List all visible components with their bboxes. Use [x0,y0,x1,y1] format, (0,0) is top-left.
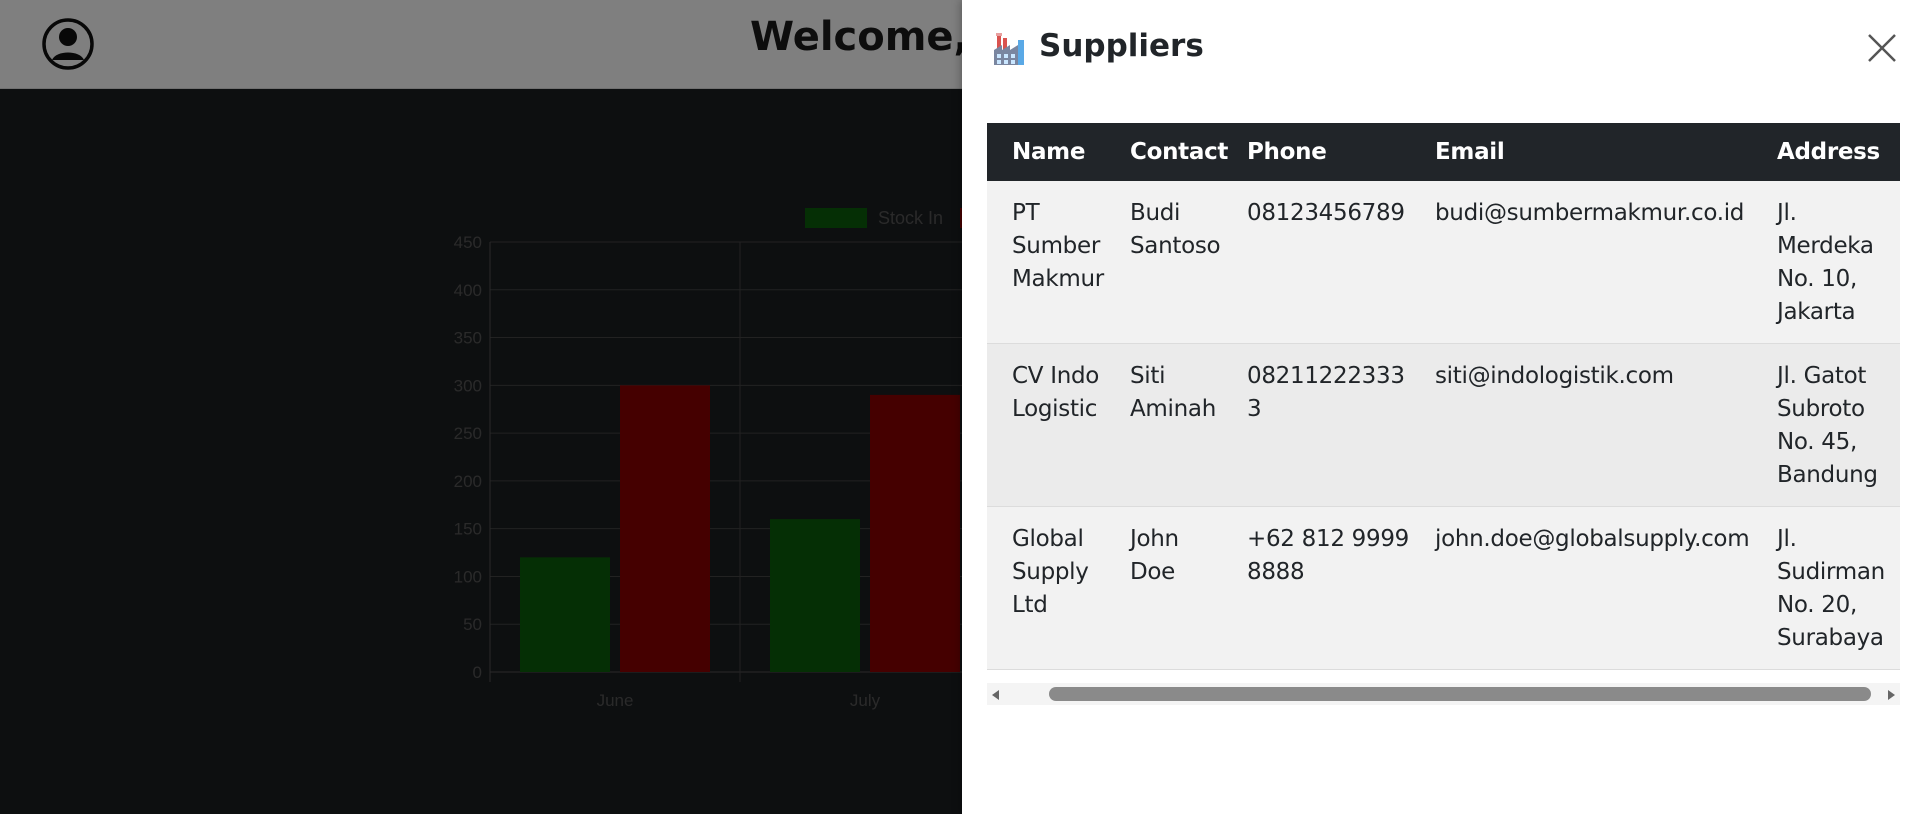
horizontal-scrollbar[interactable] [987,683,1900,705]
column-header-name: Name [987,123,1105,181]
cell-contact: Budi Santoso [1105,181,1222,344]
table-row: Global Supply Ltd John Doe +62 812 9999 … [987,506,1900,670]
cell-contact: John Doe [1105,506,1222,670]
panel-header: Suppliers [962,0,1919,100]
column-header-email: Email [1410,123,1752,181]
cell-email: john.doe@globalsupply.com [1410,506,1752,670]
cell-address: Jl. Gatot Subroto No. 45, Bandung [1752,343,1900,507]
cell-email: budi@sumbermakmur.co.id [1410,181,1752,344]
scroll-left-arrow-icon[interactable] [989,687,1003,701]
table-header-row: Name Contact Phone Email Address [987,123,1900,181]
cell-name: PT Sumber Makmur [987,181,1105,344]
cell-phone: 082112223333 [1222,343,1410,507]
cell-name: CV Indo Logistic [987,343,1105,507]
panel-title: Suppliers [1039,28,1204,64]
suppliers-panel: Suppliers Name Contact Phone Email Addre… [962,0,1919,814]
scroll-right-arrow-icon[interactable] [1884,687,1898,701]
table-row: CV Indo Logistic Siti Aminah 08211222333… [987,343,1900,507]
cell-phone: 08123456789 [1222,181,1410,344]
cell-address: Jl. Merdeka No. 10, Jakarta [1752,181,1900,344]
cell-name: Global Supply Ltd [987,506,1105,670]
cell-email: siti@indologistik.com [1410,343,1752,507]
scrollbar-thumb[interactable] [1049,687,1871,701]
column-header-phone: Phone [1222,123,1410,181]
factory-icon [993,32,1025,66]
cell-phone: +62 812 9999 8888 [1222,506,1410,670]
suppliers-table: Name Contact Phone Email Address PT Sumb… [987,123,1900,670]
suppliers-table-wrapper[interactable]: Name Contact Phone Email Address PT Sumb… [987,123,1900,703]
cell-contact: Siti Aminah [1105,343,1222,507]
column-header-address: Address [1752,123,1900,181]
column-header-contact: Contact [1105,123,1228,181]
cell-address: Jl. Sudirman No. 20, Surabaya [1752,506,1900,670]
close-icon[interactable] [1864,30,1900,66]
table-row: PT Sumber Makmur Budi Santoso 0812345678… [987,181,1900,344]
